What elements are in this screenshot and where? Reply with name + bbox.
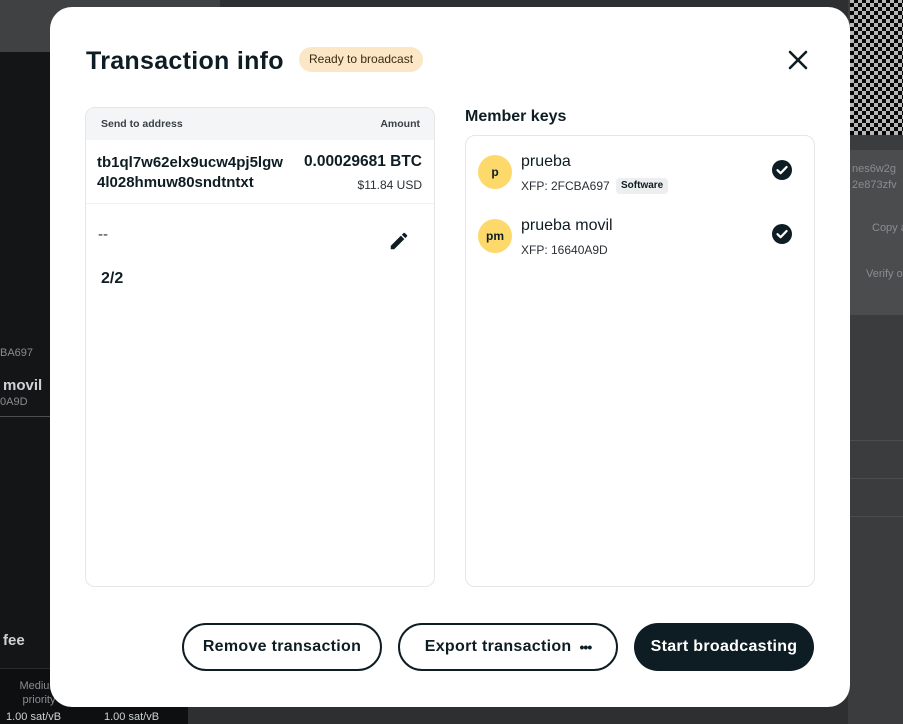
member-key-item: p prueba XFP: 2FCBA697 Software bbox=[466, 153, 814, 213]
avatar: pm bbox=[478, 219, 512, 253]
column-header-address: Send to address bbox=[101, 118, 183, 130]
transaction-memo: -- bbox=[98, 226, 108, 243]
divider bbox=[848, 440, 903, 441]
member-keys-title: Member keys bbox=[465, 108, 567, 125]
remove-transaction-label: Remove transaction bbox=[202, 638, 362, 655]
signatures-count: 2/2 bbox=[101, 270, 124, 287]
check-circle-icon bbox=[771, 159, 793, 181]
amount-usd: $11.84 USD bbox=[357, 178, 422, 192]
modal-title: Transaction info bbox=[86, 47, 284, 75]
transaction-output-row: tb1ql7w62elx9ucw4pj5lgw4l028hmuw80sndtnt… bbox=[86, 140, 434, 204]
divider bbox=[848, 478, 903, 479]
edit-icon[interactable] bbox=[388, 230, 410, 252]
divider bbox=[0, 416, 50, 417]
avatar: p bbox=[478, 155, 512, 189]
member-keys-card: p prueba XFP: 2FCBA697 Software pm prueb… bbox=[465, 135, 815, 587]
export-transaction-label: Export transaction bbox=[424, 638, 572, 655]
close-icon[interactable] bbox=[785, 47, 811, 73]
bg-xfp-text: BA697 bbox=[0, 347, 34, 359]
transaction-details-card: Send to address Amount tb1ql7w62elx9ucw4… bbox=[85, 107, 435, 587]
more-options-icon: ••• bbox=[579, 639, 593, 655]
start-broadcasting-label: Start broadcasting bbox=[650, 638, 798, 655]
key-type-badge: Software bbox=[616, 178, 669, 194]
divider bbox=[848, 516, 903, 517]
bg-xfp-text: 0A9D bbox=[0, 396, 28, 408]
export-transaction-button[interactable]: Export transaction ••• bbox=[398, 623, 618, 671]
key-xfp: XFP: 2FCBA697 bbox=[521, 179, 610, 193]
column-header-amount: Amount bbox=[380, 118, 420, 130]
qr-code bbox=[850, 0, 903, 135]
transaction-info-modal: Transaction info Ready to broadcast Send… bbox=[50, 7, 850, 707]
bg-key-name: movil bbox=[3, 377, 43, 394]
status-badge: Ready to broadcast bbox=[299, 47, 424, 72]
recipient-address: tb1ql7w62elx9ucw4pj5lgw4l028hmuw80sndtnt… bbox=[97, 154, 283, 191]
fee-rate: 1.00 sat/vB bbox=[104, 711, 160, 723]
check-circle-icon bbox=[771, 223, 793, 245]
bg-address-text: nes6w2g bbox=[852, 163, 897, 175]
fee-rate: 1.00 sat/vB bbox=[6, 711, 62, 723]
bg-copy-button: Copy a bbox=[872, 222, 903, 234]
bg-verify-button: Verify o bbox=[866, 268, 903, 280]
key-name: prueba movil bbox=[521, 217, 613, 234]
transaction-table-header: Send to address Amount bbox=[86, 108, 434, 140]
bg-fee-label: fee bbox=[3, 632, 25, 649]
key-name: prueba bbox=[521, 153, 571, 170]
remove-transaction-button[interactable]: Remove transaction bbox=[182, 623, 382, 671]
bg-address-text: 2e873zfv bbox=[852, 179, 897, 191]
key-xfp: XFP: 16640A9D bbox=[521, 243, 608, 257]
start-broadcasting-button[interactable]: Start broadcasting bbox=[634, 623, 814, 671]
amount-btc: 0.00029681 BTC bbox=[303, 153, 422, 170]
member-key-item: pm prueba movil XFP: 16640A9D bbox=[466, 217, 814, 277]
